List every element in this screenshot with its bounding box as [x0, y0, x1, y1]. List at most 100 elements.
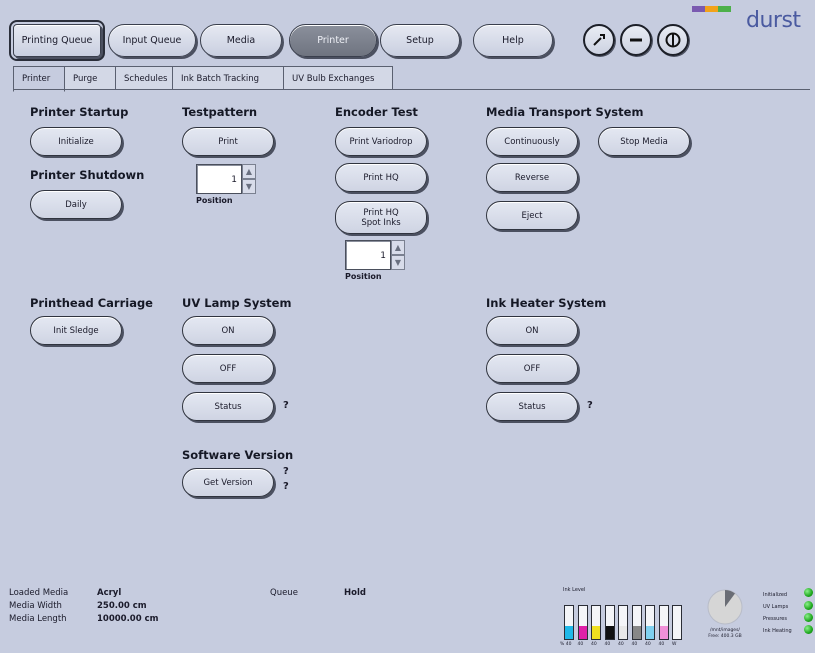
logo-bar-green	[718, 6, 731, 12]
nav-printer[interactable]: Printer	[289, 24, 377, 57]
ink-scale-label: 40	[577, 642, 584, 647]
sub-tabs: Printer Purge Schedules Ink Batch Tracki…	[13, 66, 393, 92]
nav-help[interactable]: Help	[473, 24, 553, 57]
ink-heater-title: Ink Heater System	[486, 296, 607, 310]
tab-uv-bulb-exchanges[interactable]: UV Bulb Exchanges	[283, 66, 393, 90]
ink-scale-label: 40	[658, 642, 665, 647]
tab-purge[interactable]: Purge	[64, 66, 116, 90]
disk-free: Free: 400.3 GB	[708, 634, 742, 639]
ink-level-fill	[592, 625, 600, 639]
tab-schedules[interactable]: Schedules	[115, 66, 173, 90]
ink-level-bar	[577, 605, 588, 640]
logo-color-bars	[692, 6, 731, 12]
durst-logo: durst	[746, 8, 801, 33]
ink-level-fill	[565, 625, 573, 639]
ink-level-bar	[604, 605, 615, 640]
indicator-ink-heating-label: Ink Heating	[763, 628, 792, 634]
ink-heater-off-button[interactable]: OFF	[486, 354, 578, 383]
indicator-pressures-led	[804, 613, 813, 622]
uv-lamp-title: UV Lamp System	[182, 296, 292, 310]
software-version-title: Software Version	[182, 448, 294, 462]
testpattern-position-stepper[interactable]: 1 ▲ ▼	[196, 164, 258, 194]
continuously-button[interactable]: Continuously	[486, 127, 578, 156]
ink-level-bar	[658, 605, 669, 640]
print-hq-button[interactable]: Print HQ	[335, 163, 427, 192]
ink-heater-on-button[interactable]: ON	[486, 316, 578, 345]
queue-value: Hold	[344, 588, 366, 598]
ink-scale-label: W	[672, 642, 677, 647]
testpattern-position-label: Position	[196, 196, 233, 205]
ink-level-bar	[672, 605, 682, 640]
uv-lamp-on-button[interactable]: ON	[182, 316, 274, 345]
encoder-position-stepper[interactable]: 1 ▲ ▼	[345, 240, 407, 270]
indicator-pressures-label: Pressures	[763, 616, 787, 622]
ink-level-bar	[591, 605, 601, 640]
software-version-value-1: ?	[283, 466, 289, 477]
stepper-up-icon[interactable]: ▲	[391, 240, 405, 255]
ink-scale-label: 40	[631, 642, 638, 647]
indicator-uv-lamps-led	[804, 601, 813, 610]
nav-printing-queue[interactable]: Printing Queue	[9, 20, 105, 61]
ink-scale-label: 40	[618, 642, 624, 647]
ink-scale-label: % 40	[560, 642, 572, 647]
eject-button[interactable]: Eject	[486, 201, 578, 230]
minus-icon[interactable]	[620, 24, 652, 56]
ink-scale-label: 40	[591, 642, 597, 647]
indicator-initialized-led	[804, 588, 813, 597]
stepper-down-icon[interactable]: ▼	[391, 255, 405, 270]
ink-level-fill	[619, 625, 627, 639]
ink-heater-status-value: ?	[587, 400, 593, 411]
init-sledge-button[interactable]: Init Sledge	[30, 316, 122, 345]
ink-level-bar	[618, 605, 628, 640]
print-hq-spot-inks-button[interactable]: Print HQ Spot Inks	[335, 201, 427, 234]
nav-setup[interactable]: Setup	[380, 24, 460, 57]
wrench-icon[interactable]	[583, 24, 615, 56]
encoder-position-label: Position	[345, 272, 382, 281]
indicator-initialized-label: Initialized	[763, 592, 788, 598]
nav-input-queue[interactable]: Input Queue	[108, 24, 196, 57]
disk-free-label: /mnt/images/ Free: 400.3 GB	[702, 628, 748, 640]
disk-usage-pie	[707, 589, 743, 625]
stepper-down-icon[interactable]: ▼	[242, 179, 256, 194]
media-length-label: Media Length	[9, 614, 67, 624]
status-bar: Loaded Media Acryl Media Width 250.00 cm…	[0, 580, 815, 653]
ink-level-bar	[645, 605, 655, 640]
loaded-media-value: Acryl	[97, 588, 122, 598]
ink-scale-label: 40	[604, 642, 611, 647]
encoder-position-value[interactable]: 1	[345, 240, 391, 270]
reverse-button[interactable]: Reverse	[486, 163, 578, 192]
queue-label: Queue	[270, 588, 298, 598]
ink-level-fill	[646, 625, 654, 639]
ink-heater-status-button[interactable]: Status	[486, 392, 578, 421]
uv-lamp-status-button[interactable]: Status	[182, 392, 274, 421]
print-variodrop-button[interactable]: Print Variodrop	[335, 127, 427, 156]
testpattern-position-value[interactable]: 1	[196, 164, 242, 194]
initialize-button[interactable]: Initialize	[30, 127, 122, 156]
testpattern-title: Testpattern	[182, 105, 258, 119]
print-hq-spot-line2: Spot Inks	[361, 217, 401, 228]
stepper-up-icon[interactable]: ▲	[242, 164, 256, 179]
testpattern-print-button[interactable]: Print	[182, 127, 274, 156]
logo-bar-purple	[692, 6, 705, 12]
print-hq-spot-line1: Print HQ	[363, 207, 399, 218]
media-width-label: Media Width	[9, 601, 62, 611]
media-transport-title: Media Transport System	[486, 105, 644, 119]
media-length-value: 10000.00 cm	[97, 614, 159, 624]
daily-button[interactable]: Daily	[30, 190, 122, 219]
ink-level-bar	[631, 605, 642, 640]
ink-level-fill	[659, 625, 668, 639]
indicator-ink-heating-led	[804, 625, 813, 634]
nav-media[interactable]: Media	[200, 24, 282, 57]
power-icon[interactable]	[657, 24, 689, 56]
stop-media-button[interactable]: Stop Media	[598, 127, 690, 156]
software-version-value-2: ?	[283, 481, 289, 492]
ink-level-bar	[564, 605, 574, 640]
printer-startup-title: Printer Startup	[30, 105, 129, 119]
uv-lamp-status-value: ?	[283, 400, 289, 411]
tab-ink-batch-tracking[interactable]: Ink Batch Tracking	[172, 66, 284, 90]
uv-lamp-off-button[interactable]: OFF	[182, 354, 274, 383]
encoder-test-title: Encoder Test	[335, 105, 418, 119]
ink-level-fill	[632, 625, 641, 639]
get-version-button[interactable]: Get Version	[182, 468, 274, 497]
printhead-carriage-title: Printhead Carriage	[30, 296, 153, 310]
